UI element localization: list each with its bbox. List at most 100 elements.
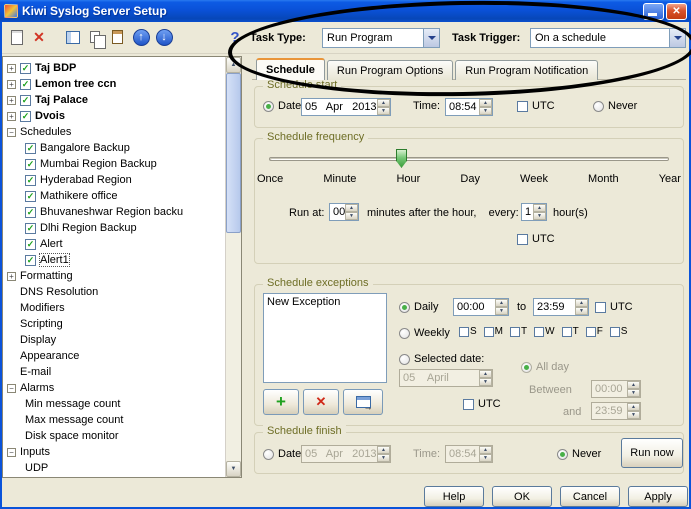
run-at-spinner[interactable]: ▲ ▼ [345,204,358,220]
tree-item-checkbox[interactable]: ✓ [25,174,36,186]
weekday-checkbox[interactable] [561,326,572,337]
minimize-button[interactable] [643,2,664,20]
tree-item[interactable]: Appearance [3,348,225,364]
between-from-spinner[interactable]: ▲ ▼ [627,381,640,397]
expand-icon[interactable]: + [7,95,16,105]
selected-date-radio[interactable] [399,353,410,365]
finish-date-field[interactable]: 05 Apr 2013 ▲ ▼ [301,445,391,463]
spin-down-icon[interactable]: ▼ [575,307,588,315]
weekly-option[interactable]: Weekly [399,327,450,339]
weekday-checkbox[interactable] [510,326,521,337]
expand-icon[interactable]: + [7,79,16,89]
finish-date-radio[interactable] [263,448,274,460]
frequency-utc-checkbox[interactable] [517,233,528,245]
tree-item[interactable]: Display [3,332,225,348]
spin-up-icon[interactable]: ▲ [627,381,640,389]
tree-item-checkbox[interactable]: ✓ [25,158,36,170]
tree-item[interactable]: Scripting [3,316,225,332]
weekday-option[interactable]: S [459,326,477,337]
tree-item[interactable]: Modifiers [3,300,225,316]
paste-button[interactable] [106,26,128,48]
exceptions-utc-option[interactable]: UTC [463,398,501,410]
spin-up-icon[interactable]: ▲ [479,370,492,378]
tree-item-checkbox[interactable]: ✓ [20,62,31,74]
tab-run-program-notification[interactable]: Run Program Notification [455,60,599,80]
tree-item-checkbox[interactable]: ✓ [20,110,31,122]
spin-up-icon[interactable]: ▲ [479,99,492,107]
daily-from-value[interactable]: 00:00 [454,299,495,315]
expand-icon[interactable]: + [7,63,16,73]
start-date-spinner[interactable]: ▲ ▼ [377,99,390,115]
move-up-button[interactable]: ↑ [130,26,152,48]
finish-time-spinner[interactable]: ▲ ▼ [479,446,492,462]
between-from-field[interactable]: 00:00 ▲ ▼ [591,380,641,398]
spin-down-icon[interactable]: ▼ [627,389,640,397]
tree-item[interactable]: ✓ Dlhi Region Backup [3,220,225,236]
selected-date-option[interactable]: Selected date: [399,353,484,365]
every-field[interactable]: 1 ▲ ▼ [521,203,547,221]
chevron-down-icon[interactable] [669,29,685,47]
frequency-utc-option[interactable]: UTC [517,233,555,245]
task-type-dropdown[interactable]: Run Program [322,28,440,48]
tree-item-checkbox[interactable]: ✓ [25,254,36,266]
start-utc-option[interactable]: UTC [517,100,555,112]
delete-exception-button[interactable]: ✕ [303,389,339,415]
weekday-option[interactable]: S [609,326,627,337]
tab-run-program-options[interactable]: Run Program Options [326,60,454,80]
chevron-down-icon[interactable] [423,29,439,47]
tree-item[interactable]: ✓ Hyderabad Region [3,172,225,188]
tree-item[interactable]: + ✓ Taj BDP [3,60,225,76]
spin-down-icon[interactable]: ▼ [479,378,492,386]
tree-scrollbar[interactable]: ▲ ▼ [225,57,241,477]
daily-to-spinner[interactable]: ▲ ▼ [575,299,588,315]
spin-up-icon[interactable]: ▲ [495,299,508,307]
tree-item[interactable]: ✓ Alert1 [3,252,225,268]
tree-item-checkbox[interactable]: ✓ [25,222,36,234]
tree-item-checkbox[interactable]: ✓ [20,78,31,90]
daily-from-field[interactable]: 00:00 ▲ ▼ [453,298,509,316]
tree-item[interactable]: + Formatting [3,268,225,284]
tree-item[interactable]: ✓ Alert [3,236,225,252]
start-date-option[interactable]: Date: [263,100,304,112]
tree-item[interactable]: + ✓ Dvois [3,108,225,124]
daily-radio[interactable] [399,301,410,313]
spin-up-icon[interactable]: ▲ [377,99,390,107]
expand-icon[interactable]: + [7,271,16,281]
selected-date-spinner[interactable]: ▲ ▼ [479,370,492,386]
spin-up-icon[interactable]: ▲ [575,299,588,307]
start-time-field[interactable]: 08:54 ▲ ▼ [445,98,493,116]
all-day-option[interactable]: All day [521,361,569,373]
daily-utc-option[interactable]: UTC [595,301,633,313]
start-utc-checkbox[interactable] [517,100,528,112]
tab-schedule[interactable]: Schedule [256,58,325,80]
tree-item[interactable]: − Inputs [3,444,225,460]
move-down-button[interactable]: ↓ [153,26,175,48]
weekday-checkbox[interactable] [534,326,545,337]
close-button[interactable]: ✕ [666,2,687,20]
start-date-radio[interactable] [263,100,274,112]
scrollbar-thumb[interactable] [226,73,241,233]
tree-item-checkbox[interactable]: ✓ [25,142,36,154]
spin-down-icon[interactable]: ▼ [627,411,640,419]
spin-up-icon[interactable]: ▲ [627,403,640,411]
between-to-field[interactable]: 23:59 ▲ ▼ [591,402,641,420]
spin-up-icon[interactable]: ▲ [533,204,546,212]
delete-button[interactable]: ✕ [28,26,50,48]
daily-to-value[interactable]: 23:59 [534,299,575,315]
collapse-icon[interactable]: − [7,383,16,393]
tree-item[interactable]: Disk space monitor [3,428,225,444]
weekly-radio[interactable] [399,327,410,339]
frequency-slider-track[interactable] [269,157,669,161]
collapse-icon[interactable]: − [7,127,16,137]
spin-down-icon[interactable]: ▼ [377,107,390,115]
weekday-option[interactable]: W [534,326,555,337]
cancel-button[interactable]: Cancel [560,486,620,507]
tree-item[interactable]: + ✓ Lemon tree ccn [3,76,225,92]
scroll-up-button[interactable]: ▲ [226,57,241,73]
spin-down-icon[interactable]: ▼ [533,212,546,220]
start-time-spinner[interactable]: ▲ ▼ [479,99,492,115]
daily-utc-checkbox[interactable] [595,301,606,313]
tree-item[interactable]: − Alarms [3,380,225,396]
help-button[interactable]: Help [424,486,484,507]
spin-down-icon[interactable]: ▼ [479,107,492,115]
